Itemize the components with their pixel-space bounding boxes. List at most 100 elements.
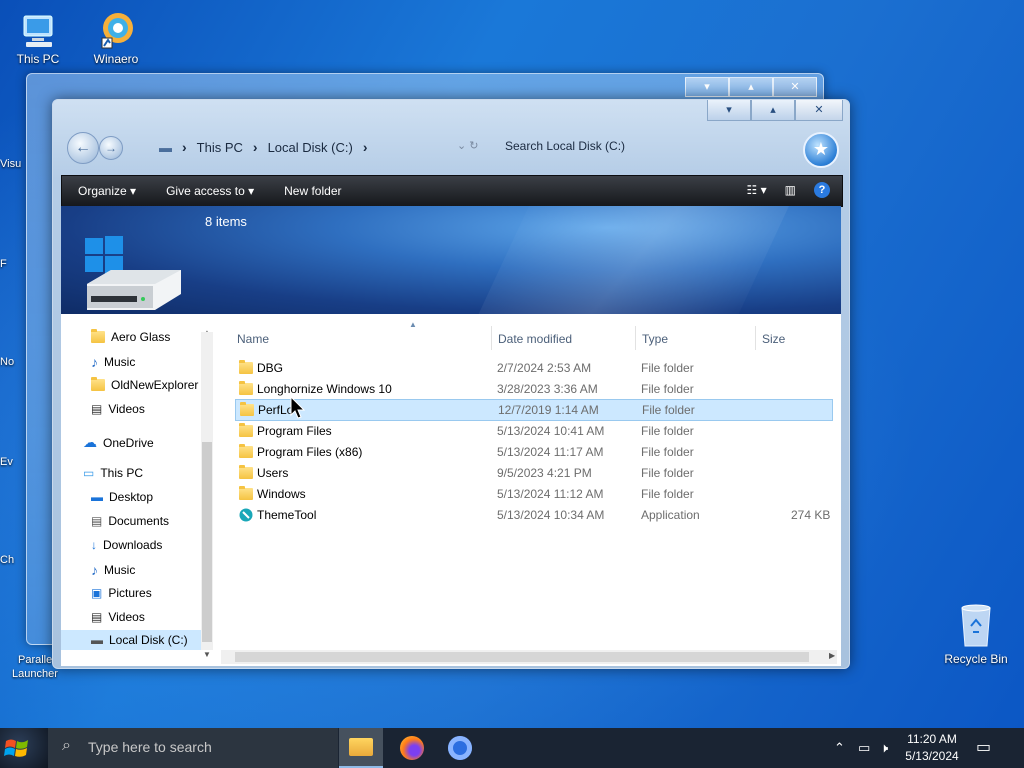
nav-item-label: Downloads xyxy=(103,538,163,552)
column-separator[interactable] xyxy=(755,326,756,350)
star-icon[interactable]: ★ xyxy=(803,132,839,168)
command-bar: Organize ▾ Give access to ▾ New folder ☷… xyxy=(61,175,843,207)
desktop-icon-winaero[interactable]: Winaero xyxy=(84,10,148,66)
file-row[interactable]: Longhornize Windows 10 3/28/2023 3:36 AM… xyxy=(235,379,831,399)
nav-item-videos[interactable]: ▤ Videos xyxy=(91,402,145,416)
folder-icon xyxy=(91,377,105,391)
notification-icon[interactable]: ▭ xyxy=(976,737,991,757)
file-name: Windows xyxy=(257,487,306,501)
breadcrumb[interactable]: ▬ › This PC › Local Disk (C:) › xyxy=(159,139,368,155)
file-row[interactable]: Users 9/5/2023 4:21 PM File folder xyxy=(235,463,831,483)
maximize-button[interactable]: ▴ xyxy=(751,100,795,121)
taskbar-firefox[interactable] xyxy=(390,728,434,768)
folder-icon xyxy=(239,486,253,500)
taskbar-file-explorer[interactable] xyxy=(339,728,383,768)
file-type: File folder xyxy=(641,361,694,375)
give-access-button[interactable]: Give access to ▾ xyxy=(150,184,268,198)
close-button[interactable]: ✕ xyxy=(773,77,817,97)
nav-item-downloads[interactable]: ↓ Downloads xyxy=(91,538,162,552)
breadcrumb-this-pc[interactable]: This PC xyxy=(197,140,243,155)
column-header-type[interactable]: Type xyxy=(642,332,668,346)
file-type: File folder xyxy=(641,382,694,396)
nav-item-onedrive[interactable]: ☁ OneDrive xyxy=(83,434,154,451)
chevron-right-icon[interactable]: › xyxy=(182,139,187,155)
mouse-cursor-icon xyxy=(290,396,306,419)
chevron-right-icon[interactable]: › xyxy=(363,139,368,155)
music-icon: ♪ xyxy=(91,562,98,578)
search-input[interactable]: Search Local Disk (C:) xyxy=(505,139,625,153)
file-type: File folder xyxy=(641,424,694,438)
back-button[interactable]: ← xyxy=(67,132,99,164)
nav-scroll-thumb[interactable] xyxy=(202,442,212,642)
nav-item-oldnewexplorer[interactable]: OldNewExplorer xyxy=(91,377,198,392)
minimize-button[interactable]: ▾ xyxy=(707,100,751,121)
nav-item-aero-glass[interactable]: Aero Glass xyxy=(91,329,170,344)
maximize-button[interactable]: ▴ xyxy=(729,77,773,97)
column-header-date[interactable]: Date modified xyxy=(498,332,572,346)
folder-icon xyxy=(91,329,105,343)
file-type: File folder xyxy=(641,487,694,501)
column-separator[interactable] xyxy=(491,326,492,350)
desktop-icon-recycle-bin[interactable]: Recycle Bin xyxy=(940,602,1012,666)
explorer-content: Aero Glass ♪ Music OldNewExplorer ▤ Videos… xyxy=(61,314,841,666)
new-folder-button[interactable]: New folder xyxy=(268,184,355,198)
forward-button[interactable]: → xyxy=(99,136,123,160)
taskbar-chrome[interactable] xyxy=(438,728,482,768)
nav-scroll-down-icon[interactable]: ▼ xyxy=(203,650,211,659)
organize-button[interactable]: Organize ▾ xyxy=(62,184,150,198)
file-row[interactable]: Program Files (x86) 5/13/2024 11:17 AM F… xyxy=(235,442,831,462)
column-header-size[interactable]: Size xyxy=(762,332,785,346)
chevron-right-icon[interactable]: › xyxy=(253,139,258,155)
sort-ascending-icon: ▲ xyxy=(409,320,417,329)
horizontal-scrollbar[interactable] xyxy=(221,650,837,664)
nav-item-this-pc[interactable]: ▭ This PC xyxy=(83,466,143,480)
column-header-name[interactable]: Name xyxy=(237,332,269,346)
nav-item-label: OneDrive xyxy=(103,435,154,450)
desktop-icon-label: This PC xyxy=(16,52,60,66)
desktop-icon-this-pc[interactable]: This PC xyxy=(6,10,70,66)
volume-muted-icon[interactable]: 🕨 xyxy=(880,740,888,756)
file-name: PerfLo xyxy=(258,403,294,417)
start-button[interactable] xyxy=(0,728,48,768)
file-name: DBG xyxy=(257,361,284,375)
file-type: File folder xyxy=(641,466,694,480)
horizontal-scroll-thumb[interactable] xyxy=(235,652,809,662)
file-row[interactable]: Program Files 5/13/2024 10:41 AM File fo… xyxy=(235,421,831,441)
column-separator[interactable] xyxy=(635,326,636,350)
nav-item-label: Music xyxy=(104,563,136,577)
folder-icon xyxy=(240,402,254,416)
file-row[interactable]: Windows 5/13/2024 11:12 AM File folder xyxy=(235,484,831,504)
windows-logo-icon xyxy=(4,739,28,757)
nav-scrollbar[interactable] xyxy=(201,332,213,650)
nav-item-videos[interactable]: ▤ Videos xyxy=(91,610,145,624)
file-row[interactable]: PerfLo 12/7/2019 1:14 AM File folder xyxy=(235,396,833,421)
preview-pane-icon[interactable]: ▥ xyxy=(785,183,796,197)
nav-item-music[interactable]: ♪ Music xyxy=(91,354,135,370)
hscroll-right-icon[interactable]: ▶ xyxy=(829,651,835,660)
show-hidden-icons-icon[interactable]: ⌃ xyxy=(834,740,845,756)
taskbar-search-box[interactable]: ⌕ Type here to search xyxy=(48,728,338,768)
nav-item-local-disk[interactable]: ▬ Local Disk (C:) xyxy=(61,630,201,650)
pictures-icon: ▣ xyxy=(91,586,103,600)
file-name: Longhornize Windows 10 xyxy=(257,382,392,396)
drive-icon: ▬ xyxy=(91,633,103,647)
nav-item-desktop[interactable]: ▬ Desktop xyxy=(91,490,153,504)
breadcrumb-local-disk[interactable]: Local Disk (C:) xyxy=(268,140,353,155)
view-options-icon[interactable]: ☷ ▾ xyxy=(747,183,767,197)
search-icon: ⌕ xyxy=(62,737,71,754)
network-icon[interactable]: ▭ xyxy=(858,740,870,756)
file-list: ▲ Name Date modified Type Size DBG 2/7/2… xyxy=(221,314,841,650)
explorer-window[interactable]: ▾ ▴ ✕ ← → ▬ › This PC › Local Disk (C:) … xyxy=(52,99,850,669)
nav-item-pictures[interactable]: ▣ Pictures xyxy=(91,586,152,600)
nav-item-documents[interactable]: ▤ Documents xyxy=(91,514,169,528)
desktop-icon-label: Recycle Bin xyxy=(944,652,1008,666)
minimize-button[interactable]: ▾ xyxy=(685,77,729,97)
file-row[interactable]: DBG 2/7/2024 2:53 AM File folder xyxy=(235,358,831,378)
taskbar-clock[interactable]: 11:20 AM 5/13/2024 xyxy=(900,731,964,765)
file-row[interactable]: ThemeTool 5/13/2024 10:34 AM Application… xyxy=(235,505,831,525)
taskbar-search-placeholder: Type here to search xyxy=(88,739,212,755)
help-icon[interactable]: ? xyxy=(814,182,830,198)
nav-item-music[interactable]: ♪ Music xyxy=(91,562,135,578)
close-button[interactable]: ✕ xyxy=(795,100,843,121)
address-dropdown-icon[interactable]: ⌄ ↻ xyxy=(457,139,479,152)
